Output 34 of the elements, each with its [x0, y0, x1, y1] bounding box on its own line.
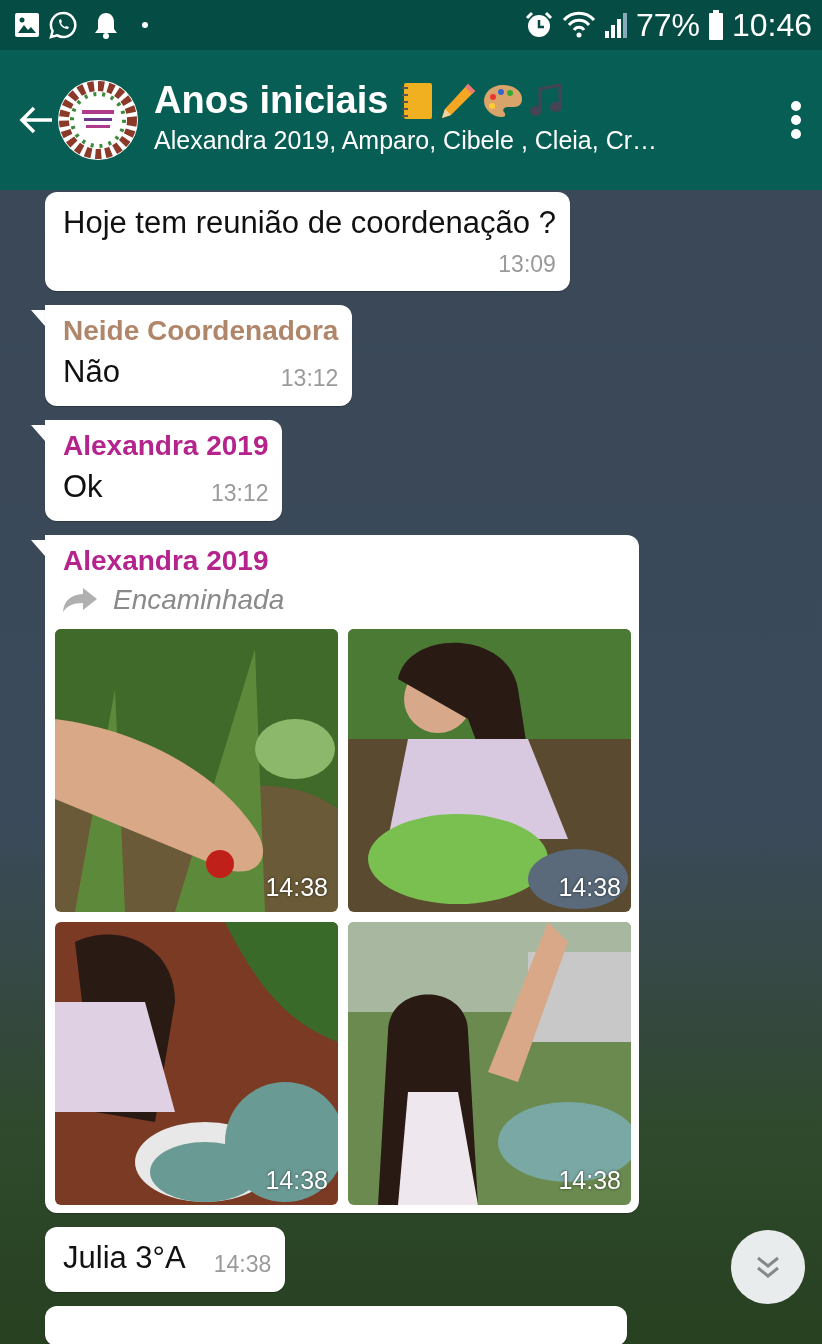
- battery-level: 77%: [635, 6, 700, 45]
- dot-icon: [142, 22, 148, 28]
- signal-icon: [603, 11, 628, 39]
- group-members[interactable]: Alexandra 2019, Amparo, Cibele , Cleia, Cr…: [154, 122, 790, 160]
- photo-time: 14:38: [265, 1164, 328, 1196]
- notebook-icon: [400, 81, 435, 122]
- battery-icon: [707, 10, 724, 40]
- chat-bubble-icon: [48, 10, 78, 40]
- message-text: Hoje tem reunião de coordenação ?: [63, 204, 556, 242]
- sender-name[interactable]: Alexandra 2019: [63, 427, 269, 465]
- message-time: 14:38: [213, 1250, 272, 1280]
- sender-name[interactable]: Neide Coordenadora: [63, 313, 339, 350]
- wifi-icon: [561, 11, 596, 39]
- message-time: 13:12: [280, 364, 339, 394]
- alarm-clock-icon: [523, 10, 554, 40]
- photo-time: 14:38: [265, 871, 328, 903]
- sender-name[interactable]: Alexandra 2019: [55, 542, 631, 580]
- forwarded-label: Encaminhada: [113, 583, 285, 618]
- bell-icon: [94, 11, 118, 39]
- gallery-icon: [14, 12, 40, 38]
- forward-arrow-icon: [63, 588, 97, 613]
- message-text: Julia 3°A: [63, 1239, 186, 1278]
- message-time: 13:12: [210, 479, 269, 509]
- group-name[interactable]: Anos iniciais: [154, 80, 389, 123]
- message-time: 13:09: [498, 249, 556, 279]
- message-text: Ok: [63, 468, 103, 507]
- palette-icon: [482, 83, 525, 120]
- menu-icon[interactable]: [790, 100, 802, 140]
- double-chevron-down-icon: [755, 1255, 781, 1279]
- photo-time: 14:38: [558, 871, 621, 903]
- back-arrow-icon[interactable]: [18, 105, 54, 135]
- clock-time: 10:46: [731, 6, 812, 45]
- message-text: Não: [63, 353, 120, 392]
- photo-time: 14:38: [558, 1164, 621, 1196]
